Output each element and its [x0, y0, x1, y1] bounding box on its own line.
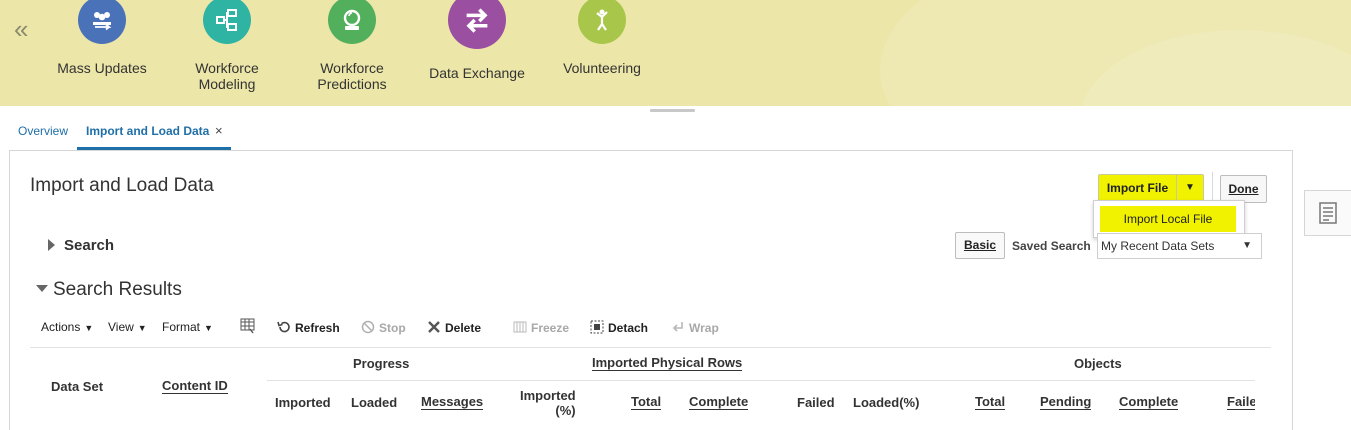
table-grid-icon	[240, 318, 255, 334]
saved-search-value: My Recent Data Sets	[1101, 239, 1215, 253]
app-label: Volunteering	[563, 60, 641, 76]
app-volunteering[interactable]: Volunteering	[542, 0, 662, 76]
freeze-columns-icon	[513, 321, 527, 333]
expand-triangle-icon	[48, 239, 55, 251]
imported-pct-line1: Imported	[520, 388, 576, 403]
chevron-down-icon: ▼	[84, 323, 94, 333]
results-heading: Search Results	[53, 279, 182, 300]
saved-search-label: Saved Search	[1012, 239, 1091, 253]
group-divider	[945, 380, 1255, 381]
import-file-label[interactable]: Import File	[1099, 175, 1177, 201]
app-label: Mass Updates	[57, 60, 147, 76]
column-header-objects-total[interactable]: Total	[975, 395, 1006, 410]
chevron-down-icon[interactable]: ▼	[1177, 175, 1203, 201]
users-update-icon	[78, 0, 126, 44]
flow-icon	[203, 0, 251, 44]
app-mass-updates[interactable]: Mass Updates	[42, 0, 162, 76]
group-header-imported-physical-rows[interactable]: Imported Physical Rows	[592, 356, 743, 371]
done-label: Done	[1228, 182, 1259, 196]
freeze-label: Freeze	[531, 321, 570, 335]
group-header-objects: Objects	[1074, 356, 1122, 371]
menu-item-import-local-file[interactable]: Import Local File	[1100, 206, 1236, 232]
banner-resize-handle[interactable]	[650, 109, 695, 112]
search-results-header[interactable]: Search Results	[36, 279, 182, 301]
search-heading: Search	[64, 237, 115, 254]
volunteer-icon	[578, 0, 626, 44]
side-panel-toggle[interactable]	[1304, 190, 1351, 236]
delete-x-icon	[428, 321, 440, 333]
actions-label: Actions	[41, 320, 81, 334]
column-header-content-id[interactable]: Content ID	[162, 379, 228, 394]
column-header-total[interactable]: Total	[631, 395, 662, 410]
basic-button[interactable]: Basic	[955, 232, 1005, 259]
detach-button[interactable]: Detach	[590, 320, 648, 335]
stop-button[interactable]: Stop	[361, 320, 406, 335]
chevron-down-icon: ▼	[1242, 240, 1252, 251]
springboard-banner: « Mass Updates Workforce Modeling Workfo…	[0, 0, 1351, 106]
format-label: Format	[162, 320, 201, 334]
tab-overview[interactable]: Overview	[18, 124, 68, 138]
document-icon	[1319, 202, 1337, 224]
close-icon[interactable]: ×	[215, 123, 223, 138]
app-workforce-predictions[interactable]: Workforce Predictions	[292, 0, 412, 92]
column-header-imported-pct[interactable]: Imported (%)	[520, 388, 576, 418]
collapse-triangle-icon	[36, 285, 48, 292]
delete-button[interactable]: Delete	[427, 320, 481, 335]
column-header-complete[interactable]: Complete	[689, 395, 749, 410]
detach-label: Detach	[608, 321, 649, 335]
column-header-objects-pending[interactable]: Pending	[1040, 395, 1092, 410]
view-menu[interactable]: View ▼	[108, 320, 147, 335]
app-data-exchange[interactable]: Data Exchange	[417, 0, 537, 81]
done-button[interactable]: Done	[1220, 175, 1267, 203]
search-section-header[interactable]: Search	[48, 237, 114, 254]
tab-import-and-load-data[interactable]: Import and Load Data	[86, 124, 209, 138]
delete-label: Delete	[445, 321, 482, 335]
column-settings-button[interactable]	[240, 318, 260, 335]
actions-menu[interactable]: Actions ▼	[41, 320, 93, 335]
column-header-loaded-pct[interactable]: Loaded(%)	[853, 395, 919, 410]
stop-label: Stop	[379, 321, 406, 335]
app-workforce-modeling[interactable]: Workforce Modeling	[167, 0, 287, 92]
chevron-down-icon: ▼	[137, 323, 147, 333]
table-top-border	[30, 347, 1271, 348]
swap-arrows-icon	[448, 0, 506, 49]
column-header-objects-failed[interactable]: Faile	[1227, 395, 1255, 410]
wrap-icon	[672, 322, 683, 332]
detach-icon	[590, 320, 604, 334]
format-menu[interactable]: Format ▼	[162, 320, 213, 335]
app-label: Data Exchange	[429, 65, 525, 81]
column-header-imported[interactable]: Imported	[275, 395, 331, 410]
basic-label: Basic	[963, 238, 997, 252]
app-label-text: Workforce Predictions	[317, 60, 387, 92]
crystal-ball-icon	[328, 0, 376, 44]
chevron-down-icon: ▼	[204, 323, 213, 333]
group-header-progress: Progress	[353, 356, 410, 371]
column-header-data-set[interactable]: Data Set	[51, 379, 103, 394]
double-chevron-left-icon[interactable]: «	[14, 16, 28, 42]
group-divider	[267, 380, 495, 381]
freeze-button[interactable]: Freeze	[513, 320, 569, 335]
wrap-label: Wrap	[689, 321, 719, 335]
page-title: Import and Load Data	[30, 175, 214, 196]
column-header-messages[interactable]: Messages	[421, 395, 484, 410]
column-header-objects-complete[interactable]: Complete	[1119, 395, 1179, 410]
app-label: Workforce Predictions	[292, 60, 412, 92]
refresh-icon	[277, 321, 290, 333]
app-label-text: Workforce Modeling	[195, 60, 259, 92]
column-header-loaded[interactable]: Loaded	[351, 395, 397, 410]
group-divider	[495, 380, 945, 381]
toolbar-separator	[1212, 172, 1213, 202]
saved-search-select[interactable]: My Recent Data Sets ▼	[1097, 233, 1262, 259]
import-file-button[interactable]: Import File ▼	[1098, 174, 1204, 202]
refresh-button[interactable]: Refresh	[277, 320, 340, 335]
imported-pct-line2: (%)	[555, 403, 576, 418]
refresh-label: Refresh	[295, 321, 340, 335]
wrap-button[interactable]: Wrap	[671, 320, 719, 335]
view-label: View	[108, 320, 134, 334]
app-label: Workforce Modeling	[167, 60, 287, 92]
stop-icon	[361, 320, 375, 334]
column-header-failed[interactable]: Failed	[797, 395, 835, 410]
